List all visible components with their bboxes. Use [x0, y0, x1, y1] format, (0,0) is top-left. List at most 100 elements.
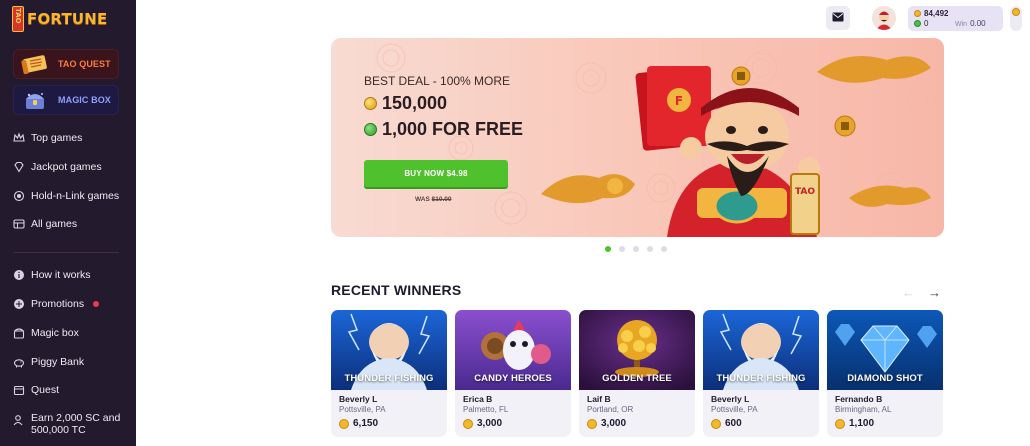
- sidebar-item-label: Top games: [31, 132, 83, 144]
- winner-amount-value: 3,000: [477, 418, 503, 429]
- piggy-bank-icon: [13, 356, 25, 368]
- sidebar-item-label: Hold-n-Link games: [31, 190, 120, 202]
- banner-gold-amount: 150,000: [364, 93, 447, 114]
- winner-name: Beverly L: [711, 394, 750, 404]
- gold-amount-value: 150,000: [382, 93, 448, 113]
- magic-box-label: MAGIC BOX: [58, 95, 111, 105]
- gold-cloud-left: [541, 174, 635, 204]
- avatar[interactable]: [872, 6, 896, 30]
- winner-card[interactable]: CANDY HEROES Erica B Palmetto, FL 3,000: [455, 310, 571, 437]
- winner-location: Pottsville, PA: [339, 405, 386, 414]
- was-price-value: $10.00: [431, 196, 452, 203]
- arrow-left-icon[interactable]: ←: [902, 285, 915, 300]
- gold-balance-value: 84,492: [924, 9, 949, 18]
- winner-amount: 3,000: [463, 418, 502, 429]
- win-value: 0.00: [970, 19, 986, 28]
- sidebar-item-all-games[interactable]: All games: [13, 216, 77, 232]
- tao-quest-button[interactable]: TAO QUEST: [13, 49, 119, 79]
- winner-location: Pottsville, PA: [711, 405, 758, 414]
- crown-icon: [13, 132, 25, 144]
- winner-name: Fernando B: [835, 394, 883, 404]
- winner-location: Birmingham, AL: [835, 405, 892, 414]
- sidebar-item-jackpot-games[interactable]: Jackpot games: [13, 159, 102, 175]
- gold-coin-icon: [339, 418, 349, 429]
- earn-line-2: 500,000 TC: [31, 424, 86, 436]
- envelope-icon: [832, 9, 844, 27]
- tao-quest-label: TAO QUEST: [58, 59, 111, 69]
- gold-coin-icon: [587, 418, 597, 429]
- fortune-god-illustration: F TAO: [541, 56, 931, 237]
- winner-card[interactable]: DIAMOND SHOT Fernando B Birmingham, AL 1…: [827, 310, 943, 437]
- sweep-balance: 0: [914, 19, 928, 28]
- gold-coin-icon: [835, 418, 845, 429]
- green-coin-icon: [914, 20, 921, 27]
- carousel-dot[interactable]: [633, 246, 639, 252]
- sidebar-item-hold-n-link-games[interactable]: Hold-n-Link games: [13, 188, 119, 204]
- winner-amount: 6,150: [339, 418, 378, 429]
- winner-name: Laif B: [587, 394, 611, 404]
- carousel-dot[interactable]: [605, 246, 611, 252]
- gold-coin-icon: [463, 418, 473, 429]
- game-title: GOLDEN TREE: [602, 373, 672, 384]
- win-balance: Win 0.00: [955, 19, 986, 28]
- logo-text: FORTUNE: [27, 10, 108, 28]
- logo[interactable]: TAO FORTUNE: [12, 6, 108, 32]
- gift-icon: [13, 298, 25, 310]
- sidebar: TAO FORTUNE TAO QUEST MAGIC BOX Top game…: [0, 0, 136, 446]
- promo-banner[interactable]: BEST DEAL - 100% MORE 150,000 1,000 FOR …: [331, 38, 944, 237]
- winner-amount-value: 6,150: [353, 418, 379, 429]
- earn-line-1: Earn 2,000 SC and: [31, 412, 121, 424]
- gold-coin-icon: [364, 97, 377, 110]
- balance-panel[interactable]: 84,492 0 Win 0.00: [908, 6, 1003, 31]
- sidebar-item-label: Piggy Bank: [31, 356, 85, 368]
- currency-toggle[interactable]: [1010, 6, 1022, 31]
- sidebar-item-label: Quest: [31, 384, 60, 396]
- carousel-dot[interactable]: [647, 246, 653, 252]
- buy-now-button[interactable]: BUY NOW $4.98: [364, 160, 508, 187]
- calendar-icon: [13, 384, 25, 396]
- magic-box-button[interactable]: MAGIC BOX: [13, 85, 119, 115]
- winner-card[interactable]: GOLDEN TREE Laif B Portland, OR 3,000: [579, 310, 695, 437]
- sidebar-item-piggy-bank[interactable]: Piggy Bank: [13, 354, 84, 370]
- user-plus-icon: [13, 414, 25, 426]
- logo-badge-text: TAO: [14, 8, 22, 24]
- logo-badge: TAO: [12, 6, 24, 32]
- diamond-icon: [13, 161, 25, 173]
- game-title: DIAMOND SHOT: [847, 373, 923, 384]
- arrow-right-icon[interactable]: →: [928, 285, 941, 300]
- winner-amount-value: 1,100: [849, 418, 875, 429]
- grid-icon: [13, 218, 25, 230]
- winner-card[interactable]: THUNDER FISHING Beverly L Pottsville, PA…: [703, 310, 819, 437]
- notification-badge: [93, 301, 100, 307]
- carousel-dot[interactable]: [619, 246, 625, 252]
- winner-location: Portland, OR: [587, 405, 634, 414]
- sidebar-item-label: Magic box: [31, 327, 79, 339]
- game-title: THUNDER FISHING: [716, 373, 806, 384]
- winner-name: Beverly L: [339, 394, 378, 404]
- sidebar-item-label: All games: [31, 218, 78, 230]
- treasure-chest-icon: [18, 87, 52, 113]
- winner-amount: 3,000: [587, 418, 626, 429]
- green-coin-icon: [364, 123, 377, 136]
- banner-green-amount: 1,000 FOR FREE: [364, 119, 523, 140]
- winner-card[interactable]: THUNDER FISHING Beverly L Pottsville, PA…: [331, 310, 447, 437]
- inbox-button[interactable]: [826, 6, 850, 30]
- sidebar-item-quest[interactable]: Quest: [13, 382, 59, 398]
- scroll-icon: [18, 51, 52, 77]
- info-icon: [13, 269, 25, 281]
- recent-winners-title: RECENT WINNERS: [331, 282, 462, 298]
- sidebar-item-how-it-works[interactable]: How it works: [13, 267, 91, 283]
- sidebar-item-earn[interactable]: Earn 2,000 SC and 500,000 TC: [13, 412, 120, 436]
- sidebar-item-top-games[interactable]: Top games: [13, 130, 82, 146]
- was-price: WAS $10.00: [415, 196, 452, 203]
- gold-coin-icon: [914, 10, 921, 17]
- winner-amount: 1,100: [835, 418, 874, 429]
- sidebar-item-promotions[interactable]: Promotions: [13, 296, 100, 312]
- sidebar-item-label: Promotions: [31, 298, 85, 310]
- winner-amount-value: 3,000: [601, 418, 627, 429]
- winner-amount-value: 600: [725, 418, 742, 429]
- sidebar-item-magic-box[interactable]: Magic box: [13, 325, 79, 341]
- winner-name: Erica B: [463, 394, 493, 404]
- carousel-dot[interactable]: [661, 246, 667, 252]
- sidebar-item-label: How it works: [31, 269, 91, 281]
